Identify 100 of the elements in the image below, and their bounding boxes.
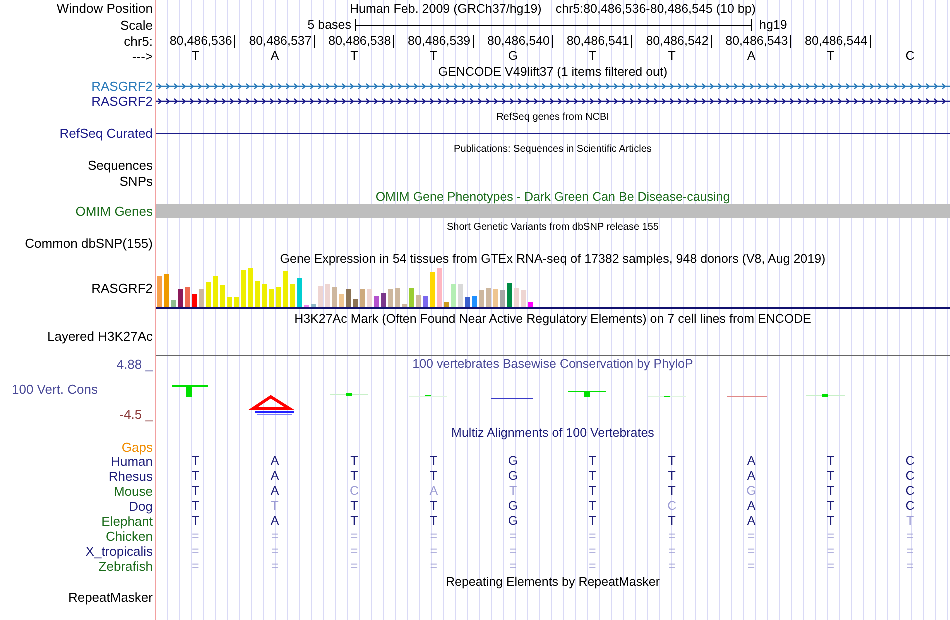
- base-letter: A: [428, 484, 440, 499]
- base-letter: =: [906, 529, 915, 544]
- base-letter: T: [429, 499, 439, 514]
- gene-arrow-line[interactable]: [156, 98, 950, 105]
- base-letter: =: [826, 559, 836, 574]
- coordinate-label: 80,486,540: [487, 34, 553, 48]
- track-title: Publications: Sequences in Scientific Articles: [454, 144, 652, 154]
- scale-text: 5 bases: [308, 18, 352, 32]
- base-letter: =: [350, 529, 360, 544]
- track-title: OMIM Gene Phenotypes - Dark Green Can Be Disease-causing: [376, 190, 730, 204]
- base-letter: =: [588, 529, 598, 544]
- base-letter: G: [507, 499, 520, 514]
- coordinate-label: 80,486,536: [170, 34, 236, 48]
- track-label[interactable]: RASGRF2: [92, 94, 153, 109]
- base-letter: =: [667, 559, 677, 574]
- base-letter: =: [508, 544, 518, 559]
- track-label[interactable]: Common dbSNP(155): [25, 236, 153, 250]
- base-letter: A: [746, 454, 757, 469]
- track-label[interactable]: OMIM Genes: [76, 204, 153, 219]
- base-letter: T: [350, 499, 360, 514]
- base-letter: T: [350, 454, 360, 469]
- base-letter: T: [350, 469, 360, 484]
- base-letter: T: [429, 49, 439, 64]
- base-letter: =: [350, 544, 360, 559]
- base-letter: =: [508, 559, 518, 574]
- coordinate-label: 80,486,538: [328, 34, 394, 48]
- base-letter: T: [667, 454, 677, 469]
- base-letter: T: [350, 49, 360, 64]
- base-letter: A: [270, 484, 280, 499]
- track-label[interactable]: Human: [111, 454, 153, 469]
- row-label: Window Position: [56, 1, 153, 16]
- base-letter: T: [826, 49, 836, 64]
- base-letter: =: [191, 544, 200, 559]
- base-letter: C: [904, 469, 916, 484]
- track-label[interactable]: Elephant: [102, 514, 153, 529]
- base-letter: A: [270, 49, 280, 64]
- base-letter: =: [350, 559, 360, 574]
- base-letter: =: [191, 529, 200, 544]
- base-letter: T: [429, 469, 439, 484]
- base-letter: G: [507, 469, 520, 484]
- track-label[interactable]: Zebrafish: [98, 559, 153, 574]
- base-letter: =: [270, 559, 280, 574]
- coordinate-label: 80,486,542: [646, 34, 712, 48]
- base-letter: T: [588, 454, 598, 469]
- track-label[interactable]: RepeatMasker: [68, 590, 153, 605]
- track-label[interactable]: Sequences: [88, 158, 153, 172]
- track-title: RefSeq genes from NCBI: [496, 112, 610, 123]
- base-letter: T: [588, 484, 598, 499]
- base-letter: T: [190, 484, 201, 499]
- base-letter: C: [904, 499, 916, 514]
- base-letter: =: [906, 544, 915, 559]
- base-letter: A: [270, 469, 280, 484]
- base-letter: G: [507, 454, 520, 469]
- track-title: Repeating Elements by RepeatMasker: [446, 575, 660, 589]
- base-letter: C: [666, 499, 678, 514]
- base-letter: C: [348, 484, 360, 499]
- coordinate-label: 80,486,544: [805, 34, 871, 48]
- track-label[interactable]: Layered H3K27Ac: [47, 329, 153, 344]
- base-letter: =: [588, 544, 598, 559]
- track-label[interactable]: RASGRF2: [92, 280, 153, 296]
- track-title: 100 vertebrates Basewise Conservation by PhyloP: [412, 357, 694, 371]
- base-letter: T: [190, 499, 201, 514]
- base-letter: T: [588, 469, 598, 484]
- base-letter: C: [904, 49, 916, 64]
- track-title: Multiz Alignments of 100 Vertebrates: [452, 426, 654, 440]
- base-letter: T: [826, 454, 836, 469]
- track-title: Gene Expression in 54 tissues from GTEx RNA-seq of 17382 samples, 948 donors (V8, Aug 2019): [280, 252, 826, 266]
- track-label[interactable]: X_tropicalis: [86, 544, 153, 559]
- track-label[interactable]: Rhesus: [108, 469, 153, 484]
- position-text: chr5:80,486,536-80,486,545 (10 bp): [556, 2, 756, 16]
- base-letter: =: [191, 559, 200, 574]
- base-letter: G: [507, 514, 520, 529]
- base-letter: =: [429, 559, 439, 574]
- coordinate-label: 80,486,541: [566, 34, 632, 48]
- base-letter: A: [746, 499, 757, 514]
- track-label[interactable]: RefSeq Curated: [60, 126, 153, 141]
- track-title: Short Genetic Variants from dbSNP release 155: [447, 222, 659, 232]
- track-label[interactable]: Mouse: [114, 484, 153, 499]
- base-letter: G: [746, 484, 758, 499]
- coordinate-label: 80,486,537: [249, 34, 315, 48]
- base-letter: T: [190, 49, 201, 64]
- base-letter: A: [270, 454, 280, 469]
- base-letter: =: [746, 529, 756, 544]
- base-letter: =: [270, 529, 280, 544]
- base-letter: T: [270, 499, 280, 514]
- track-label[interactable]: 100 Vert. Cons: [0, 382, 98, 397]
- base-letter: T: [826, 469, 836, 484]
- base-letter: =: [826, 529, 836, 544]
- coordinate-label: 80,486,539: [408, 34, 474, 48]
- track-label[interactable]: SNPs: [120, 174, 153, 188]
- base-letter: A: [270, 514, 280, 529]
- base-letter: T: [826, 484, 836, 499]
- track-label[interactable]: Chicken: [106, 529, 153, 544]
- base-letter: T: [588, 49, 598, 64]
- base-letter: =: [746, 544, 756, 559]
- coordinate-label: 80,486,543: [726, 34, 792, 48]
- track-label[interactable]: Dog: [129, 499, 153, 514]
- axis-min-label: -4.5 _: [120, 407, 153, 422]
- base-letter: T: [905, 514, 916, 529]
- track-label[interactable]: RASGRF2: [92, 79, 153, 94]
